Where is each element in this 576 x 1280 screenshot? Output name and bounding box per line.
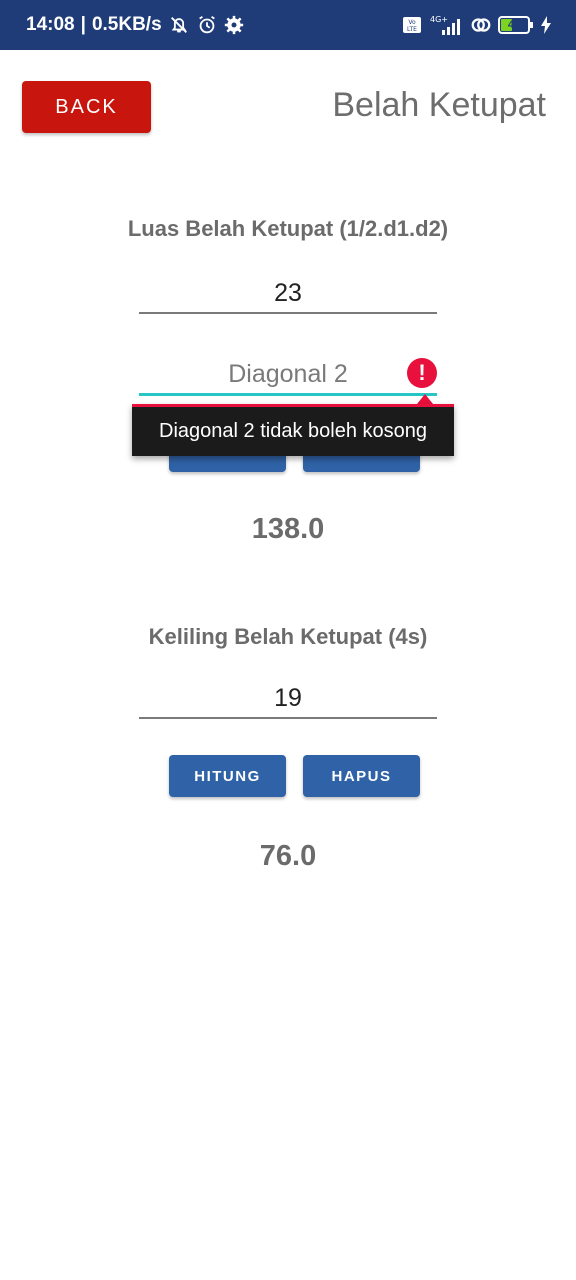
- volte-icon: Vo LTE: [402, 16, 422, 34]
- area-result: 138.0: [251, 513, 325, 545]
- svg-text:4G+: 4G+: [430, 15, 448, 24]
- alarm-icon: [196, 14, 218, 36]
- battery-icon: 41: [498, 16, 534, 34]
- status-separator: |: [80, 14, 86, 35]
- status-network-speed: 0.5KB/s: [91, 14, 162, 35]
- error-tooltip-text: Diagonal 2 tidak boleh kosong: [132, 404, 454, 456]
- diagonal2-field[interactable]: Diagonal 2: [139, 355, 437, 396]
- page-title: Belah Ketupat: [332, 86, 546, 124]
- settings-gear-icon: [224, 15, 244, 35]
- diagonal1-field[interactable]: 23: [139, 274, 437, 314]
- hitung-perimeter-button[interactable]: HITUNG: [169, 755, 286, 797]
- side-field[interactable]: 19: [139, 679, 437, 719]
- status-time: 14:08: [26, 14, 75, 35]
- tooltip-pointer: [417, 394, 433, 404]
- svg-text:Vo: Vo: [408, 19, 416, 26]
- status-right: Vo LTE 4G+ 41: [402, 0, 552, 50]
- back-button[interactable]: BACK: [22, 81, 151, 133]
- notifications-off-icon: [168, 14, 190, 36]
- perimeter-result: 76.0: [259, 840, 317, 872]
- status-left: 14:08 | 0.5KB/s: [26, 0, 244, 50]
- area-section-title: Luas Belah Ketupat (1/2.d1.d2): [127, 216, 449, 241]
- signal-icon: 4G+: [428, 14, 464, 36]
- hotspot-icon: [470, 14, 492, 36]
- battery-level: 41: [507, 19, 521, 31]
- error-icon: !: [407, 358, 437, 388]
- charging-bolt-icon: [540, 16, 552, 34]
- perimeter-section-title: Keliling Belah Ketupat (4s): [148, 624, 428, 649]
- error-tooltip: Diagonal 2 tidak boleh kosong: [132, 394, 454, 458]
- hapus-perimeter-button[interactable]: HAPUS: [303, 755, 420, 797]
- svg-text:LTE: LTE: [407, 26, 417, 33]
- status-bar: 14:08 | 0.5KB/s Vo LTE 4G+ 41: [0, 0, 576, 50]
